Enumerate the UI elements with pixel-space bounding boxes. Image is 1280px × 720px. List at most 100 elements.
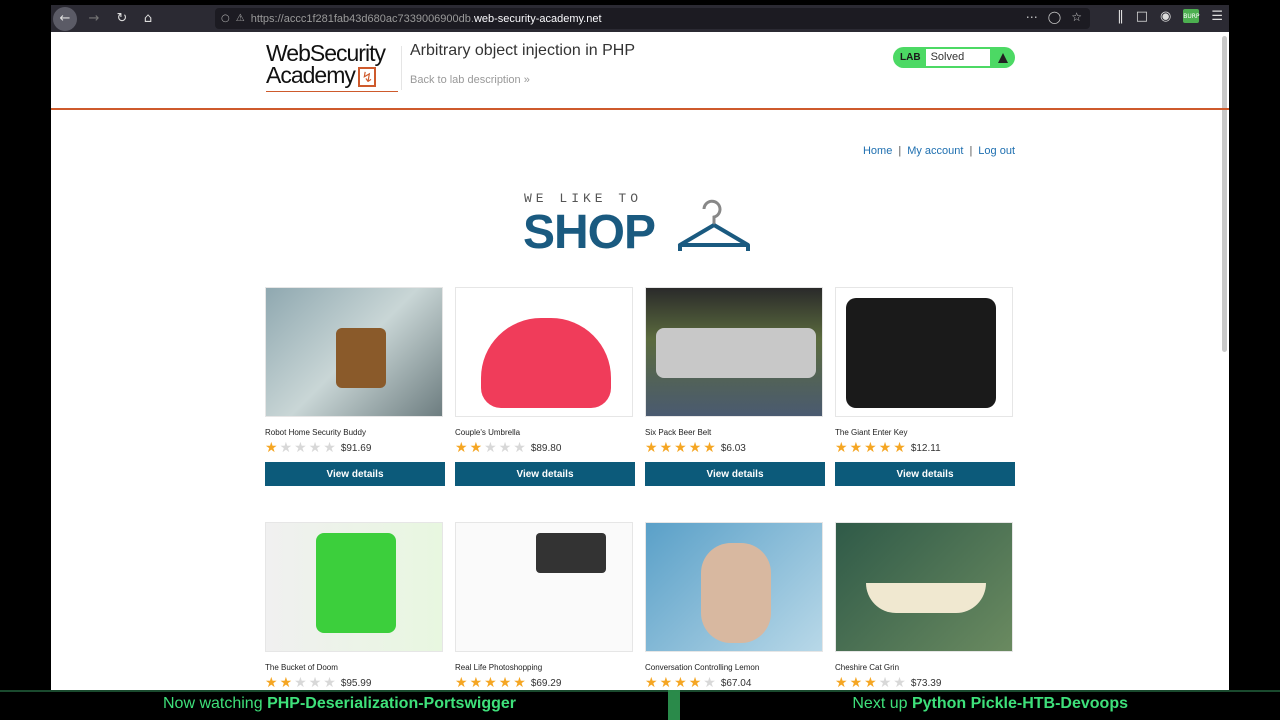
- lab-badge: LAB: [900, 52, 921, 63]
- star-icon: ★: [279, 440, 293, 456]
- product-price: $91.69: [340, 442, 372, 454]
- next-up-title: Python Pickle-HTB-Devoops: [911, 695, 1128, 712]
- burp-extension-badge: BURP: [1183, 12, 1200, 20]
- nav-logout-link[interactable]: Log out: [978, 145, 1015, 157]
- star-icon: ★: [893, 440, 906, 456]
- view-details-button[interactable]: View details: [455, 462, 635, 486]
- product-rating: ★ ★ ★ ★ ★ $91.69: [265, 441, 445, 455]
- nav-my-account-link[interactable]: My account: [907, 145, 963, 157]
- star-icon: ★: [469, 675, 483, 690]
- back-to-description-link[interactable]: Back to lab description »: [410, 74, 530, 86]
- shop-title: SHOP: [523, 206, 656, 259]
- nav-separator: |: [969, 145, 973, 157]
- view-details-button[interactable]: View details: [835, 462, 1015, 486]
- logo-line2: Academy: [266, 61, 356, 88]
- browser-toolbar: ← → ↻ ⌂ ○ ⚠ https://accc1f281fab43d680ac…: [51, 5, 1229, 32]
- shop-logo: WE LIKE TO SHOP: [523, 191, 764, 261]
- lock-icon[interactable]: ⚠: [236, 13, 245, 24]
- sidebar-icon[interactable]: □: [1136, 9, 1148, 24]
- star-icon: ★: [688, 675, 702, 690]
- product-name: Real Life Photoshopping: [455, 663, 543, 672]
- star-icon: ★: [513, 675, 526, 690]
- reload-button[interactable]: ↻: [111, 8, 133, 30]
- now-watching-label: Now watching: [163, 695, 263, 712]
- star-icon: ★: [323, 675, 336, 690]
- product-card: The Giant Enter Key ★ ★ ★ ★ ★ $12.11 View det…: [835, 287, 1015, 486]
- enter-key-image[interactable]: [835, 287, 1013, 417]
- back-button[interactable]: ←: [53, 6, 77, 31]
- star-icon: ★: [835, 675, 848, 690]
- page-actions-icon[interactable]: ⋯: [1026, 10, 1038, 24]
- chevron-right-icon: »: [523, 74, 530, 86]
- now-watching-title: PHP-Deserialization-Portswigger: [267, 695, 517, 712]
- star-icon: ★: [308, 675, 322, 690]
- pocket-icon[interactable]: ◯: [1048, 10, 1061, 24]
- view-details-button[interactable]: View details: [265, 462, 445, 486]
- shop-tagline: WE LIKE TO: [524, 191, 643, 206]
- product-card: The Bucket of Doom ★★★★★$95.99 View deta…: [265, 522, 445, 690]
- nav-separator: |: [898, 145, 902, 157]
- makeup-image[interactable]: [455, 522, 633, 652]
- star-icon: ★: [674, 440, 687, 456]
- star-icon: ★: [849, 675, 863, 690]
- star-icon: ★: [864, 675, 877, 690]
- product-rating: ★ ★ ★ ★ ★ $6.03: [645, 441, 825, 455]
- address-bar[interactable]: ○ ⚠ https://accc1f281fab43d680ac73390069…: [215, 8, 1090, 29]
- library-icon[interactable]: ‖: [1117, 9, 1124, 24]
- product-card: Cheshire Cat Grin ★★★★★$73.39 View detai…: [835, 522, 1015, 690]
- product-card: Couple's Umbrella ★ ★ ★ ★ ★ $89.80 View detai…: [455, 287, 635, 486]
- burp-extension-icon[interactable]: BURP: [1183, 9, 1200, 23]
- forward-button[interactable]: →: [83, 8, 105, 30]
- product-name: The Bucket of Doom: [265, 663, 338, 672]
- product-rating: ★ ★ ★ ★ ★ $95.99: [265, 676, 445, 690]
- star-icon: ★: [294, 675, 307, 690]
- url-prefix: https://accc1f281fab43d680ac7339006900db…: [250, 12, 474, 25]
- star-icon: ★: [513, 440, 526, 456]
- product-rating: ★ ★ ★ ★ ★ $69.29: [455, 676, 635, 690]
- product-price: $95.99: [340, 677, 372, 689]
- lemon-image[interactable]: [645, 522, 823, 652]
- url-domain: web-security-academy.net: [473, 12, 602, 25]
- home-icon[interactable]: ⌂: [137, 8, 159, 30]
- product-card: Six Pack Beer Belt ★ ★ ★ ★ ★ $6.03 View detai…: [645, 287, 825, 486]
- bookmark-star-icon[interactable]: ☆: [1071, 10, 1082, 24]
- product-price: $69.29: [530, 677, 562, 689]
- star-icon: ★: [455, 675, 468, 690]
- footer-divider: [668, 690, 680, 720]
- product-card: Conversation Controlling Lemon ★ ★ ★ ★ ★ $67.…: [645, 522, 825, 690]
- back-link-label: Back to lab description: [410, 74, 521, 86]
- product-rating: ★ ★ ★ ★ ★ $89.80: [455, 441, 635, 455]
- product-name: Six Pack Beer Belt: [645, 428, 712, 437]
- product-price: $67.04: [720, 677, 752, 689]
- product-name: The Giant Enter Key: [835, 428, 908, 437]
- logo-underline: [266, 91, 398, 92]
- view-details-button[interactable]: View details: [645, 462, 825, 486]
- robot-image[interactable]: [265, 287, 443, 417]
- umbrella-image[interactable]: [455, 287, 633, 417]
- star-icon: ★: [864, 440, 877, 456]
- academy-logo[interactable]: WebSecurity Academy ↯: [266, 42, 386, 88]
- star-icon: ★: [878, 440, 892, 456]
- lab-status-widget: LAB Solved: [893, 47, 1015, 68]
- product-name: Robot Home Security Buddy: [265, 428, 366, 437]
- beer-belt-image[interactable]: [645, 287, 823, 417]
- nav-home-link[interactable]: Home: [863, 145, 892, 157]
- star-icon: ★: [659, 440, 673, 456]
- star-icon: ★: [835, 440, 848, 456]
- next-up: Next up Python Pickle-HTB-Devoops: [852, 695, 1128, 713]
- lab-header: WebSecurity Academy ↯ Arbitrary object in…: [51, 32, 1229, 110]
- product-rating: ★ ★ ★ ★ ★ $73.39: [835, 676, 1015, 690]
- cat-grin-image[interactable]: [835, 522, 1013, 652]
- product-card: Real Life Photoshopping ★★★★★$69.29 View…: [455, 522, 635, 690]
- star-icon: ★: [279, 675, 293, 690]
- star-icon: ★: [674, 675, 687, 690]
- menu-icon[interactable]: ☰: [1211, 9, 1223, 24]
- star-icon: ★: [498, 440, 512, 456]
- hanger-icon: [678, 199, 750, 251]
- logo-bolt-icon: ↯: [357, 66, 376, 87]
- shield-icon[interactable]: ○: [221, 13, 230, 24]
- star-icon: ★: [688, 440, 702, 456]
- account-icon[interactable]: ◉: [1160, 9, 1171, 24]
- star-icon: ★: [703, 675, 716, 690]
- bucket-image[interactable]: [265, 522, 443, 652]
